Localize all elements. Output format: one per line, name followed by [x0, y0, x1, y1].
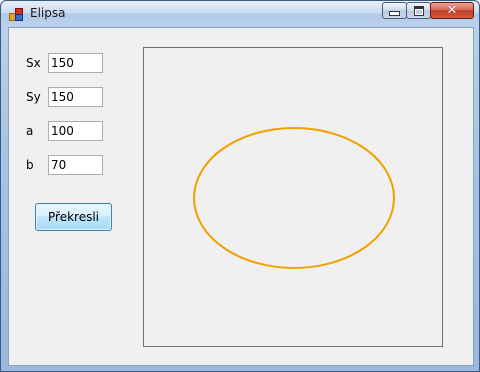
form-client-area: Sx Sy a b Překresli [8, 27, 474, 366]
label-a: a [26, 124, 34, 138]
maximize-button[interactable] [406, 2, 431, 19]
label-sy: Sy [26, 90, 41, 104]
app-window: Elipsa ✕ Sx Sy a b Překresli [0, 0, 480, 372]
ellipse-canvas-svg [193, 127, 395, 269]
app-icon[interactable] [9, 8, 23, 21]
sx-input[interactable] [48, 53, 103, 73]
label-sx: Sx [26, 56, 41, 70]
label-b: b [26, 158, 34, 172]
title-bar[interactable]: Elipsa ✕ [1, 1, 479, 27]
ellipse-shape [193, 127, 395, 269]
close-button[interactable]: ✕ [430, 2, 474, 19]
minimize-button[interactable] [382, 2, 407, 19]
maximize-icon [413, 5, 424, 16]
redraw-button[interactable]: Překresli [35, 203, 112, 231]
a-input[interactable] [48, 121, 103, 141]
minimize-icon [389, 10, 400, 16]
drawing-canvas [143, 47, 443, 347]
b-input[interactable] [48, 155, 103, 175]
sy-input[interactable] [48, 87, 103, 107]
close-icon: ✕ [446, 3, 458, 18]
window-title: Elipsa [30, 6, 66, 20]
